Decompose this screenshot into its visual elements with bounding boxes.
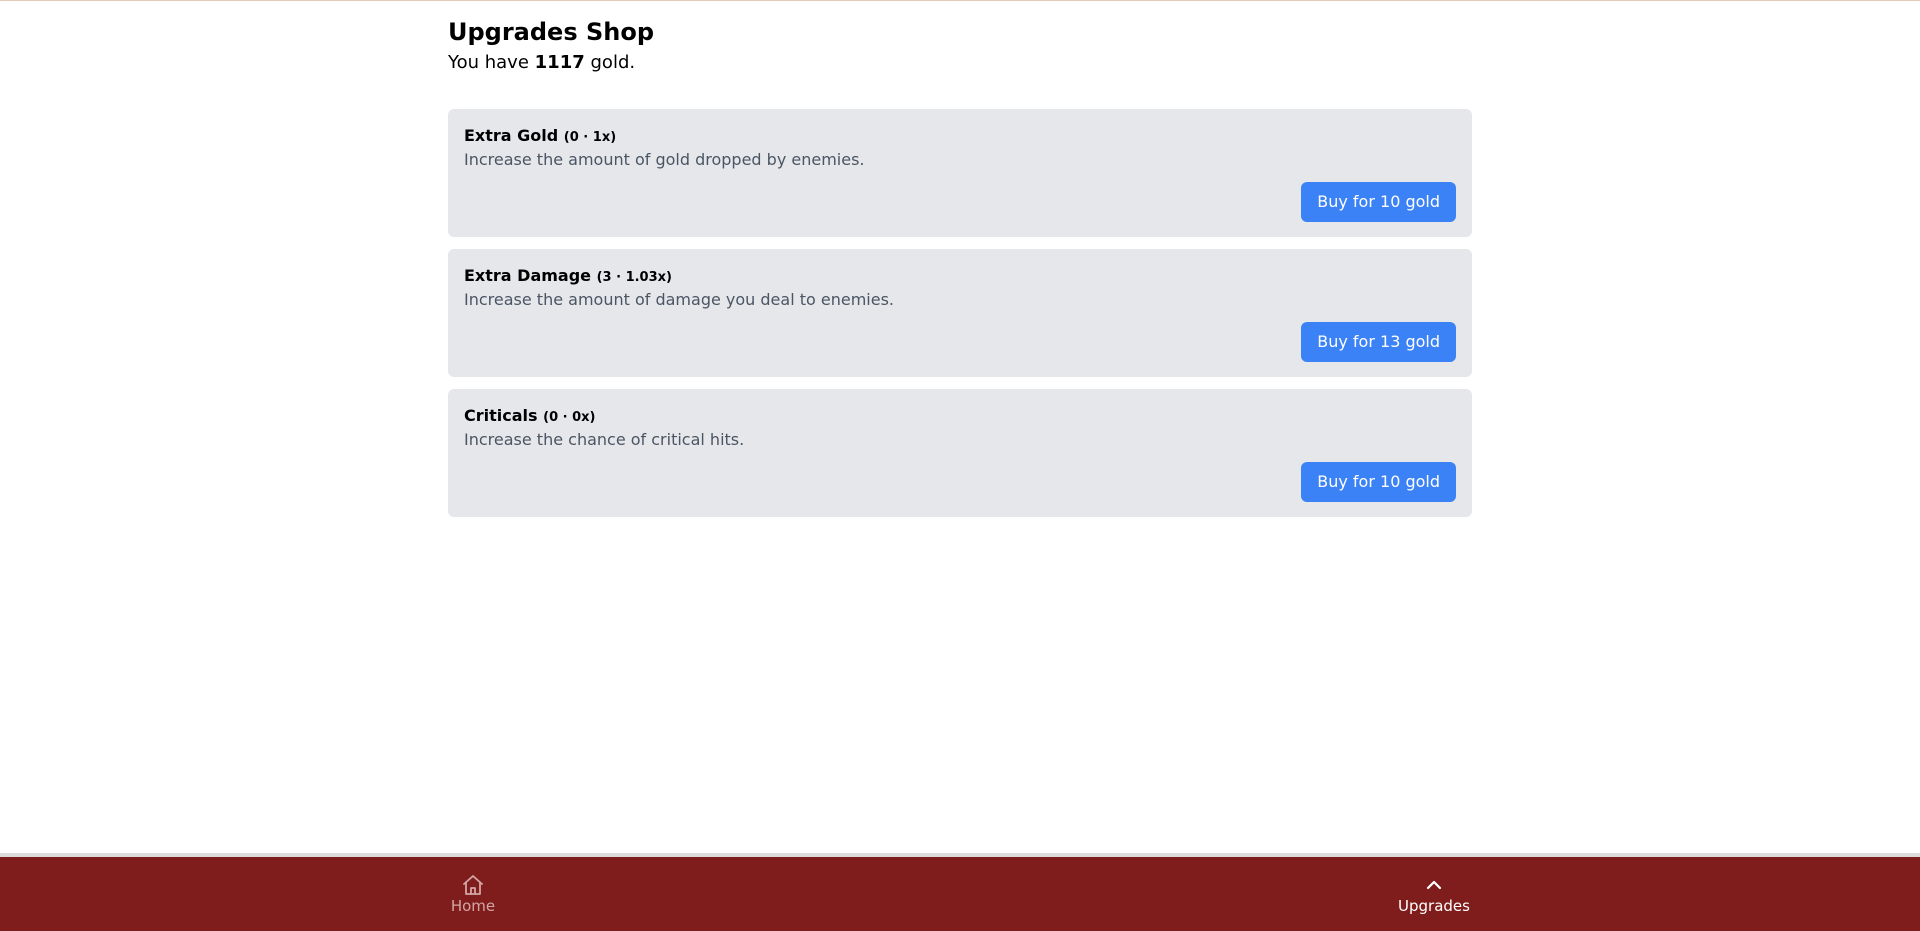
buy-extra-gold-button[interactable]: Buy for 10 gold: [1301, 182, 1456, 222]
upgrade-description: Increase the chance of critical hits.: [464, 430, 745, 449]
upgrade-name: Extra Gold: [464, 126, 559, 145]
upgrade-level: (3 · 1.03x): [596, 270, 672, 285]
upgrade-name: Extra Damage: [464, 266, 592, 285]
upgrade-title: Extra Damage (3 · 1.03x): [464, 266, 672, 288]
upgrade-title: Extra Gold (0 · 1x): [464, 126, 616, 148]
upgrade-title: Criticals (0 · 0x): [464, 406, 595, 428]
nav-upgrades-label: Upgrades: [1398, 897, 1470, 915]
upgrade-card-extra-damage: Extra Damage (3 · 1.03x) Increase the am…: [448, 249, 1472, 377]
upgrade-name: Criticals: [464, 406, 538, 425]
top-border-line: [0, 0, 1920, 1]
buy-extra-damage-button[interactable]: Buy for 13 gold: [1301, 322, 1456, 362]
gold-balance-prefix: You have: [448, 52, 529, 73]
chevron-up-icon: [1426, 880, 1442, 890]
upgrade-description: Increase the amount of gold dropped by e…: [464, 150, 865, 169]
nav-item-home[interactable]: Home: [413, 857, 533, 931]
upgrade-card-extra-gold: Extra Gold (0 · 1x) Increase the amount …: [448, 109, 1472, 237]
page-title: Upgrades Shop: [448, 18, 655, 46]
upgrade-level: (0 · 1x): [563, 130, 617, 145]
upgrade-level: (0 · 0x): [543, 410, 596, 425]
gold-balance-suffix: gold.: [590, 52, 636, 73]
nav-item-upgrades[interactable]: Upgrades: [1374, 857, 1494, 931]
home-icon: [463, 875, 483, 895]
nav-home-label: Home: [450, 897, 496, 915]
upgrade-card-criticals: Criticals (0 · 0x) Increase the chance o…: [448, 389, 1472, 517]
upgrade-description: Increase the amount of damage you deal t…: [464, 290, 894, 309]
gold-balance-amount: 1117: [534, 52, 585, 73]
buy-criticals-button[interactable]: Buy for 10 gold: [1301, 462, 1456, 502]
gold-balance: You have 1117 gold.: [448, 51, 635, 75]
bottom-navigation-bar: Home Upgrades: [0, 857, 1920, 931]
